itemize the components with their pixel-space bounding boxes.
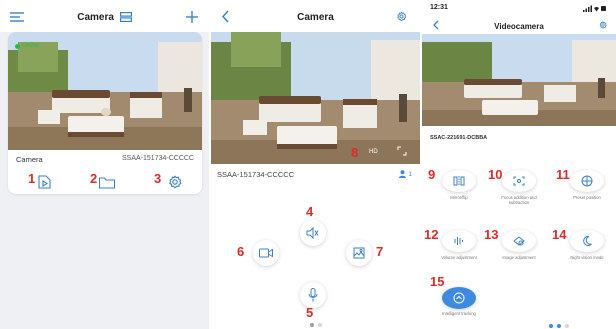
live-view-panel: Camera 8 HD SSAA-151734-CCCCC 1 4 6 7 5 xyxy=(209,0,422,329)
volume-icon xyxy=(454,237,463,245)
camera-preview[interactable] xyxy=(422,34,616,126)
page-indicator xyxy=(209,323,422,327)
camera-device-id: SSAA-151734-CCCCC xyxy=(122,155,194,162)
page-title: Videocamera xyxy=(494,22,544,31)
page-title: Camera xyxy=(0,12,209,23)
camera-thumbnail[interactable]: Online xyxy=(8,32,202,150)
user-icon xyxy=(399,170,407,178)
snapshot-icon xyxy=(353,247,365,259)
gear-icon[interactable] xyxy=(395,10,408,23)
app-header: Camera xyxy=(0,0,209,32)
annotation-number: 7 xyxy=(376,244,384,259)
mirror-flip-label: Mirror/flip xyxy=(450,195,468,200)
speaker-icon xyxy=(306,227,319,239)
annotation-number: 9 xyxy=(428,167,436,182)
speaker-button[interactable] xyxy=(300,220,326,246)
status-badge: Online xyxy=(15,43,39,49)
volume-label: Volume adjustment xyxy=(441,255,477,260)
viewer-count: 1 xyxy=(399,170,412,178)
image-adjustment-button[interactable] xyxy=(502,230,536,252)
device-id: SSAC-221691-DCBBA xyxy=(430,135,488,141)
plus-icon[interactable] xyxy=(186,11,198,23)
camera-list-panel: Camera Online Camera SSAA-151734-CCCCC 1… xyxy=(0,0,209,329)
video-record-icon xyxy=(259,248,273,258)
status-text: Online xyxy=(22,43,40,49)
annotation-number: 10 xyxy=(488,167,503,182)
fullscreen-icon[interactable] xyxy=(397,146,407,156)
annotation-number: 4 xyxy=(306,204,314,219)
image-adjust-icon xyxy=(513,236,525,246)
app-header: Camera xyxy=(209,0,422,32)
status-icons xyxy=(583,5,607,12)
camera-card[interactable]: Online Camera SSAA-151734-CCCCC 1 2 3 xyxy=(8,32,202,194)
annotation-number: 6 xyxy=(237,244,245,259)
moon-icon xyxy=(583,235,592,246)
preset-position-label: Preset position xyxy=(573,195,601,200)
annotation-number: 5 xyxy=(306,305,314,320)
focus-label: Focus addition and subtraction xyxy=(501,195,537,205)
focus-button[interactable] xyxy=(502,170,536,192)
page-dot[interactable] xyxy=(309,323,314,327)
page-dot[interactable] xyxy=(317,323,322,327)
device-id: SSAA-151734-CCCCC xyxy=(217,170,295,179)
snapshot-button[interactable] xyxy=(346,240,372,266)
annotation-number: 2 xyxy=(90,171,98,186)
page-indicator xyxy=(462,324,616,328)
folder-icon xyxy=(98,177,116,189)
files-button[interactable] xyxy=(98,175,116,189)
annotation-number: 3 xyxy=(154,171,162,186)
camera-settings-panel: 12:31 Videocamera SSAC-221691-DCBBA 9 Mi… xyxy=(422,0,616,329)
tracking-icon xyxy=(453,292,465,304)
online-dot-icon xyxy=(15,43,20,49)
settings-button[interactable] xyxy=(166,175,184,189)
intelligent-tracking-label: Intelligent tracking xyxy=(442,311,476,316)
night-vision-label: Night vision mode xyxy=(570,255,604,260)
playback-file-icon xyxy=(38,175,51,189)
page-dot[interactable] xyxy=(549,324,553,328)
viewer-count-text: 1 xyxy=(408,170,412,178)
page-title: Camera xyxy=(297,12,334,23)
annotation-number: 15 xyxy=(430,274,445,289)
annotation-number: 12 xyxy=(424,227,439,242)
annotation-number: 11 xyxy=(556,167,570,182)
page-dot[interactable] xyxy=(557,324,561,328)
annotation-number: 14 xyxy=(552,227,567,242)
annotation-number: 8 xyxy=(351,145,359,160)
annotation-number: 1 xyxy=(28,171,36,186)
annotation-number: 13 xyxy=(484,227,499,242)
gear-icon[interactable] xyxy=(598,20,608,30)
live-video[interactable]: 8 HD xyxy=(211,32,420,164)
microphone-icon xyxy=(308,288,318,302)
record-button[interactable] xyxy=(253,240,279,266)
status-time: 12:31 xyxy=(430,4,448,11)
camera-name: Camera xyxy=(16,155,43,164)
volume-button[interactable] xyxy=(442,230,476,252)
preset-position-button[interactable] xyxy=(570,170,604,192)
playback-button[interactable] xyxy=(36,175,54,189)
grid-layout-icon[interactable] xyxy=(119,12,132,22)
image-adjustment-label: Image adjustment xyxy=(502,255,536,260)
signal-icon xyxy=(583,5,606,12)
intelligent-tracking-button[interactable] xyxy=(442,287,476,309)
page-dot[interactable] xyxy=(565,324,569,328)
microphone-button[interactable] xyxy=(300,282,326,308)
page-title-text: Camera xyxy=(77,12,114,23)
focus-icon xyxy=(513,176,525,186)
mirror-flip-icon xyxy=(453,176,465,186)
gear-icon xyxy=(169,175,182,189)
night-vision-button[interactable] xyxy=(570,230,604,252)
hd-toggle[interactable]: HD xyxy=(369,149,378,155)
mirror-flip-button[interactable] xyxy=(442,170,476,192)
preset-icon xyxy=(581,175,593,187)
